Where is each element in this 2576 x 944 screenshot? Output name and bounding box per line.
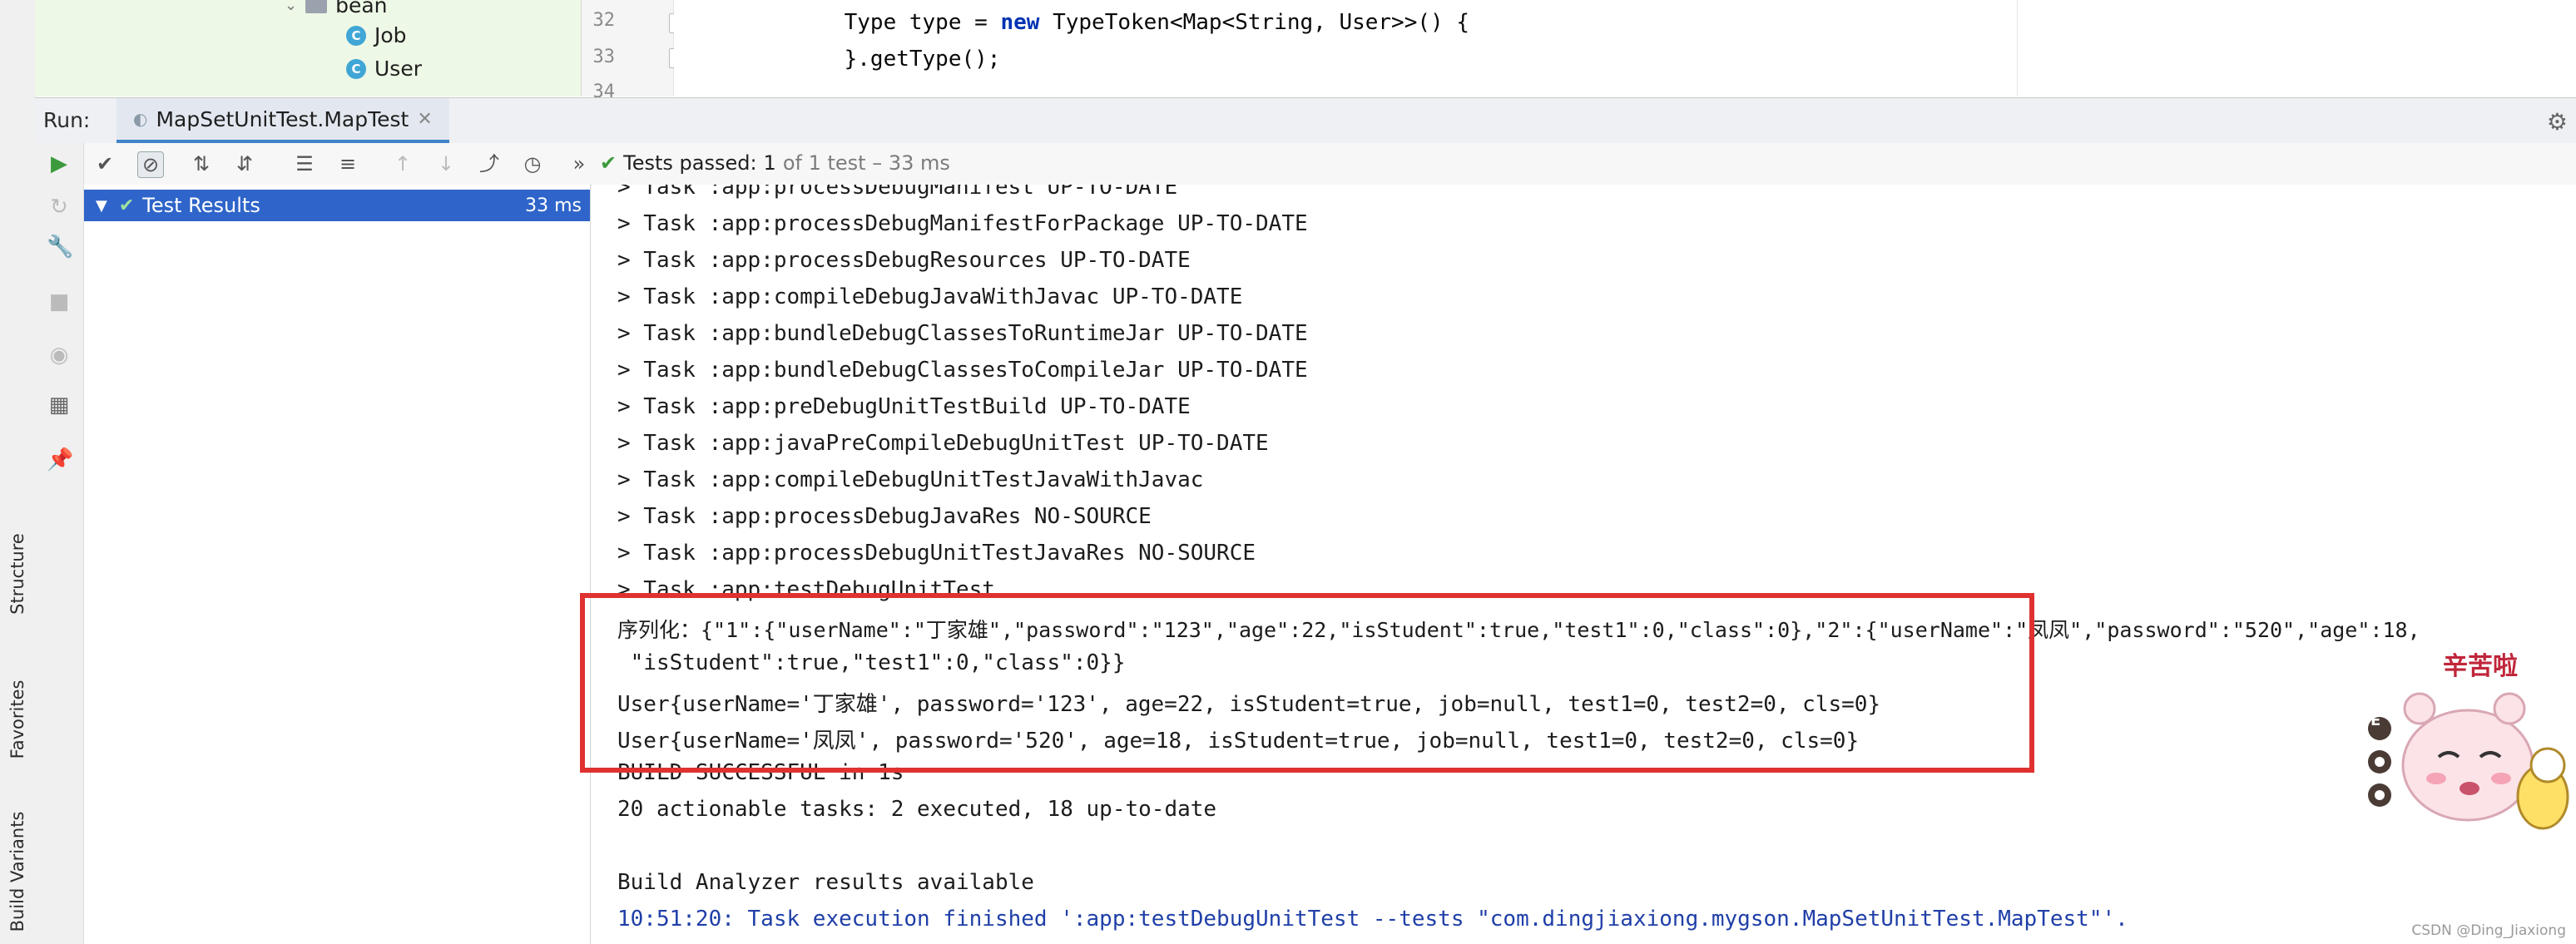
tests-passed-count: 1 (763, 151, 776, 175)
sort-alphabetically-icon[interactable]: ⇅ (189, 151, 214, 176)
editor-gutter: 32 33 34 (582, 0, 679, 102)
tree-item-job[interactable]: C Job (346, 23, 407, 47)
line-number: 32 (592, 10, 616, 31)
test-results-row[interactable]: ▼ ✔ Test Results 33 ms (84, 190, 590, 221)
console-output[interactable]: > Task :app:processDebugManifest UP-TO-D… (592, 185, 2576, 944)
console-line: > Task :app:javaPreCompileDebugUnitTest … (617, 431, 1269, 456)
sticker-letter: E (2370, 712, 2381, 729)
favorites-tab[interactable]: Favorites (0, 657, 35, 782)
sticker-image: 辛苦啦 E (2360, 649, 2576, 848)
test-results-duration: 33 ms (525, 195, 582, 216)
tests-passed-detail: of 1 test – 33 ms (782, 151, 950, 175)
console-line: > Task :app:preDebugUnitTestBuild UP-TO-… (617, 394, 1191, 419)
rerun-failed-icon[interactable]: ↻ (47, 195, 72, 220)
console-line: > Task :app:processDebugJavaRes NO-SOURC… (617, 504, 1152, 529)
code-line: Type type = new TypeToken<Map<String, Us… (792, 10, 1469, 35)
sticker-text: 辛苦啦 (2443, 652, 2518, 681)
code-suffix: TypeToken<Map<String, User>>() { (1039, 10, 1469, 35)
check-icon: ✔ (118, 195, 135, 216)
tree-item-label: Job (374, 23, 407, 47)
tree-item-user[interactable]: C User (346, 57, 422, 81)
history-icon[interactable]: ◷ (520, 151, 545, 176)
tests-passed-label: Tests passed: (623, 151, 757, 175)
pin-icon[interactable]: 📌 (47, 447, 73, 472)
layout-icon[interactable]: ▦ (47, 393, 72, 418)
left-tool-strip: Structure Favorites Build Variants (0, 0, 36, 944)
gear-icon[interactable]: ⚙ (2547, 108, 2568, 136)
console-line: 20 actionable tasks: 2 executed, 18 up-t… (617, 797, 1217, 822)
favorites-tab-label: Favorites (7, 680, 27, 759)
show-ignored-icon[interactable]: ⊘ (137, 151, 164, 178)
run-tab[interactable]: ◐ MapSetUnitTest.MapTest ✕ (116, 98, 449, 143)
tests-status: ✔ Tests passed: 1 of 1 test – 33 ms (600, 151, 950, 175)
code-editor[interactable]: Type type = new TypeToken<Map<String, Us… (674, 0, 2576, 96)
stop-icon[interactable]: ■ (47, 289, 72, 314)
build-variants-tab[interactable]: Build Variants (0, 798, 35, 944)
more-chevron-icon[interactable]: » (567, 151, 592, 176)
chevron-down-icon[interactable]: ▼ (96, 197, 107, 215)
console-line: > Task :app:compileDebugUnitTestJavaWith… (617, 467, 1204, 492)
right-margin-guide (2017, 0, 2018, 96)
run-left-toolbar: ▶ ↻ 🔧 ■ ◉ ▦ 📌 (35, 143, 84, 944)
collapse-all-icon[interactable]: ≡ (335, 151, 360, 176)
expand-all-icon[interactable]: ☰ (292, 151, 317, 176)
check-icon: ✔ (600, 151, 617, 175)
sort-by-duration-icon[interactable]: ⇵ (232, 151, 257, 176)
project-tree: ⌄ bean C Job C User (35, 0, 582, 96)
code-prefix: Type type = (792, 10, 1001, 35)
test-toolbar: ✔ ⊘ ⇅ ⇵ ☰ ≡ ↑ ↓ ⤴ ◷ » ✔ Tests passed: 1 … (84, 143, 2576, 185)
show-passed-icon[interactable]: ✔ (92, 151, 117, 176)
tree-item-label: bean (335, 0, 388, 17)
close-icon[interactable]: ✕ (417, 109, 432, 130)
rerun-icon[interactable]: ▶ (47, 151, 72, 176)
console-line: > Task :app:bundleDebugClassesToCompileJ… (617, 358, 1308, 383)
line-number: 33 (592, 47, 616, 67)
tree-item-label: User (374, 57, 422, 81)
console-line: > Task :app:processDebugResources UP-TO-… (617, 248, 1191, 273)
console-line: > Task :app:processDebugUnitTestJavaRes … (617, 541, 1256, 566)
class-icon: C (346, 58, 366, 79)
arrow-up-icon[interactable]: ↑ (390, 151, 415, 176)
run-tab-label: MapSetUnitTest.MapTest (156, 106, 409, 131)
console-line: > Task :app:compileDebugJavaWithJavac UP… (617, 284, 1243, 309)
class-icon: C (346, 25, 366, 46)
chevron-down-icon: ⌄ (285, 0, 298, 14)
console-line: > Task :app:bundleDebugClassesToRuntimeJ… (617, 321, 1308, 346)
test-results-label: Test Results (142, 194, 260, 217)
eye-icon[interactable]: ◉ (47, 343, 72, 368)
highlight-annotation-box (580, 593, 2034, 773)
keyword-new: new (1000, 10, 1040, 35)
run-tool-window-header: Run: ◐ MapSetUnitTest.MapTest ✕ ⚙ (35, 97, 2576, 144)
build-variants-tab-label: Build Variants (7, 811, 27, 932)
package-icon (305, 0, 328, 13)
structure-tab[interactable]: Structure (0, 507, 35, 640)
watermark: CSDN @Ding_Jiaxiong (2411, 922, 2566, 939)
console-line: > Task :app:processDebugManifestForPacka… (617, 211, 1308, 236)
console-line-finished[interactable]: 10:51:20: Task execution finished ':app:… (617, 907, 2128, 932)
test-results-tree: ▼ ✔ Test Results 33 ms (84, 185, 591, 944)
arrow-down-icon[interactable]: ↓ (433, 151, 458, 176)
wrench-icon[interactable]: 🔧 (47, 235, 73, 259)
structure-tab-label: Structure (7, 533, 27, 615)
code-line: }.getType(); (792, 47, 1001, 72)
tree-item-bean[interactable]: ⌄ bean (285, 0, 388, 17)
test-runner-icon: ◐ (133, 109, 148, 129)
console-line: > Task :app:processDebugManifest UP-TO-D… (617, 185, 1178, 200)
import-tests-icon[interactable]: ⤴ (477, 151, 502, 176)
run-label: Run: (43, 108, 91, 132)
console-line: Build Analyzer results available (617, 870, 1034, 895)
